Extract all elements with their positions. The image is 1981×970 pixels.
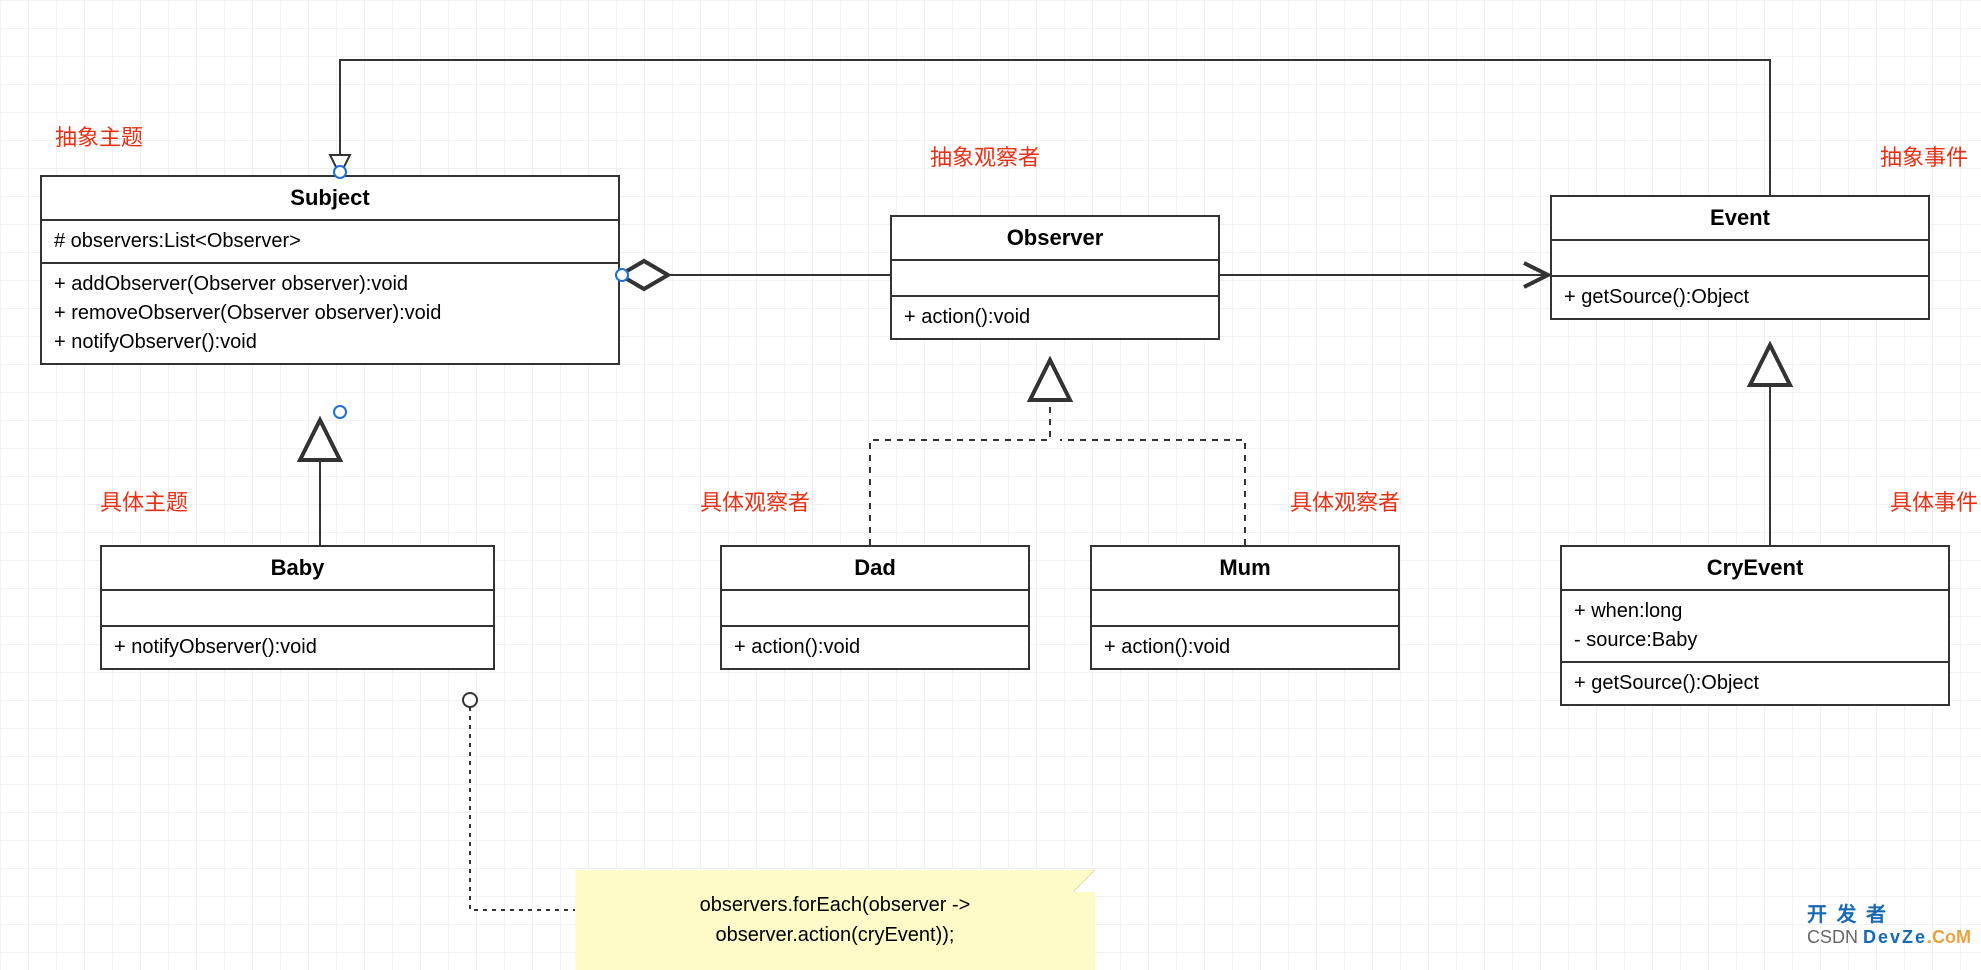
class-observer-name: Observer	[892, 217, 1218, 261]
class-mum: Mum + action():void	[1090, 545, 1400, 670]
class-cryevent: CryEvent + when:long - source:Baby + get…	[1560, 545, 1950, 706]
label-abstract-observer: 抽象观察者	[930, 140, 1040, 172]
class-event: Event + getSource():Object	[1550, 195, 1930, 320]
label-concrete-subject: 具体主题	[100, 485, 188, 517]
note-line1: observers.forEach(observer ->	[605, 890, 1065, 920]
class-baby-attrs	[102, 591, 493, 627]
class-baby-ops: + notifyObserver():void	[102, 627, 493, 668]
class-mum-attrs	[1092, 591, 1398, 627]
class-mum-ops: + action():void	[1092, 627, 1398, 668]
class-dad: Dad + action():void	[720, 545, 1030, 670]
class-cryevent-ops: + getSource():Object	[1562, 663, 1948, 704]
label-concrete-observer2: 具体观察者	[1290, 485, 1400, 517]
note-line2: observer.action(cryEvent));	[605, 920, 1065, 950]
class-event-name: Event	[1552, 197, 1928, 241]
label-concrete-observer1: 具体观察者	[700, 485, 810, 517]
label-abstract-subject: 抽象主题	[55, 120, 143, 152]
class-observer-attrs	[892, 261, 1218, 297]
class-dad-name: Dad	[722, 547, 1028, 591]
note-observers: observers.forEach(observer -> observer.a…	[575, 870, 1095, 970]
watermark-com: .CoM	[1927, 927, 1971, 947]
label-concrete-event: 具体事件	[1890, 485, 1978, 517]
class-event-ops: + getSource():Object	[1552, 277, 1928, 318]
class-baby: Baby + notifyObserver():void	[100, 545, 495, 670]
class-subject: Subject # observers:List<Observer> + add…	[40, 175, 620, 365]
class-dad-ops: + action():void	[722, 627, 1028, 668]
class-event-attrs	[1552, 241, 1928, 277]
label-abstract-event: 抽象事件	[1880, 140, 1968, 172]
class-subject-attrs: # observers:List<Observer>	[42, 221, 618, 264]
class-subject-name: Subject	[42, 177, 618, 221]
note-fold-icon	[1073, 870, 1095, 892]
class-observer: Observer + action():void	[890, 215, 1220, 340]
watermark: 开 发 者 CSDN DevZe.CoM	[1807, 898, 1971, 948]
watermark-csdn: CSDN	[1807, 927, 1858, 947]
class-mum-name: Mum	[1092, 547, 1398, 591]
watermark-kaifazhe: 开 发 者	[1807, 904, 1888, 926]
class-cryevent-attrs: + when:long - source:Baby	[1562, 591, 1948, 663]
class-observer-ops: + action():void	[892, 297, 1218, 338]
class-cryevent-name: CryEvent	[1562, 547, 1948, 591]
watermark-dev: DevZe	[1863, 927, 1927, 947]
class-baby-name: Baby	[102, 547, 493, 591]
class-subject-ops: + addObserver(Observer observer):void + …	[42, 264, 618, 363]
class-dad-attrs	[722, 591, 1028, 627]
